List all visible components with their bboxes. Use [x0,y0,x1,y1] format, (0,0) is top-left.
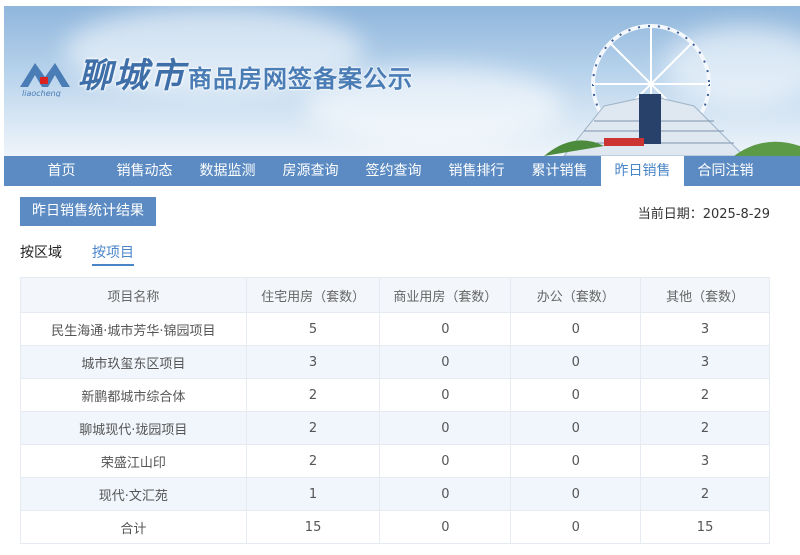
count-cell: 3 [640,312,770,346]
count-cell: 0 [510,345,642,379]
count-cell: 0 [379,378,512,412]
table-row: 聊城现代·珑园项目 2 0 0 2 [20,411,770,445]
project-name-cell: 合计 [20,510,247,544]
nav-yesterday-sales[interactable]: 昨日销售 [601,156,684,186]
count-cell: 3 [640,444,770,478]
count-cell: 2 [640,378,770,412]
nav-house-query[interactable]: 房源查询 [269,156,352,186]
nav-cumulative-sales[interactable]: 累计销售 [518,156,601,186]
table-row: 民生海通·城市芳华·锦园项目 5 0 0 3 [20,312,770,346]
count-cell: 2 [245,444,381,478]
tab-by-region[interactable]: 按区域 [20,242,62,266]
section-title-button[interactable]: 昨日销售统计结果 [20,197,156,226]
table-header-row: 项目名称 住宅用房（套数） 商业用房（套数） 办公（套数） 其他（套数） [20,277,770,313]
count-cell: 5 [245,312,381,346]
count-cell: 0 [379,345,512,379]
nav-sales-news[interactable]: 销售动态 [103,156,186,186]
total-row: 合计 15 0 0 15 [20,510,770,544]
ferris-wheel-landmark-image [544,24,800,156]
nav-sales-ranking[interactable]: 销售排行 [435,156,518,186]
city-logo-text: 聊城市 [78,56,186,96]
project-name-cell: 聊城现代·珑园项目 [20,411,247,445]
count-cell: 15 [245,510,381,544]
table-row: 城市玖玺东区项目 3 0 0 3 [20,345,770,379]
count-cell: 2 [640,477,770,511]
table-row: 现代·文汇苑 1 0 0 2 [20,477,770,511]
project-name-cell: 现代·文汇苑 [20,477,247,511]
table-row: 新鹏都城市综合体 2 0 0 2 [20,378,770,412]
count-cell: 0 [379,444,512,478]
count-cell: 2 [640,411,770,445]
count-cell: 2 [245,378,381,412]
table-row: 荣盛江山印 2 0 0 3 [20,444,770,478]
count-cell: 0 [510,312,642,346]
count-cell: 0 [510,444,642,478]
nav-data-monitor[interactable]: 数据监测 [186,156,269,186]
project-name-cell: 荣盛江山印 [20,444,247,478]
project-name-cell: 城市玖玺东区项目 [20,345,247,379]
sales-table: 项目名称 住宅用房（套数） 商业用房（套数） 办公（套数） 其他（套数） 民生海通·城市… [20,277,770,544]
count-cell: 0 [379,411,512,445]
count-cell: 0 [510,510,642,544]
count-cell: 1 [245,477,381,511]
count-cell: 3 [245,345,381,379]
count-cell: 0 [379,510,512,544]
column-header: 其他（套数） [640,277,770,313]
nav-home[interactable]: 首页 [20,156,103,186]
count-cell: 0 [510,378,642,412]
count-cell: 0 [510,477,642,511]
count-cell: 3 [640,345,770,379]
column-header: 商业用房（套数） [379,277,512,313]
nav-contract-cancel[interactable]: 合同注销 [684,156,767,186]
project-name-cell: 民生海通·城市芳华·锦园项目 [20,312,247,346]
count-cell: 2 [245,411,381,445]
view-tabs: 按区域 按项目 [20,242,164,266]
logo-mark-icon: liaocheng [20,63,70,97]
site-logo[interactable]: liaocheng 聊城市 商品房网签备案公示 [18,48,413,97]
column-header: 办公（套数） [510,277,642,313]
count-cell: 15 [640,510,770,544]
tab-by-project[interactable]: 按项目 [92,242,134,266]
main-nav: 首页 销售动态 数据监测 房源查询 签约查询 销售排行 累计销售 昨日销售 合同… [4,156,800,186]
site-title: 商品房网签备案公示 [188,65,413,93]
count-cell: 0 [510,411,642,445]
nav-contract-query[interactable]: 签约查询 [352,156,435,186]
count-cell: 0 [379,312,512,346]
svg-text:liaocheng: liaocheng [22,89,61,97]
project-name-cell: 新鹏都城市综合体 [20,378,247,412]
current-date: 当前日期：2025-8-29 [637,207,770,222]
header-banner: liaocheng 聊城市 商品房网签备案公示 [4,6,800,156]
column-header: 项目名称 [20,277,247,313]
count-cell: 0 [379,477,512,511]
column-header: 住宅用房（套数） [245,277,381,313]
